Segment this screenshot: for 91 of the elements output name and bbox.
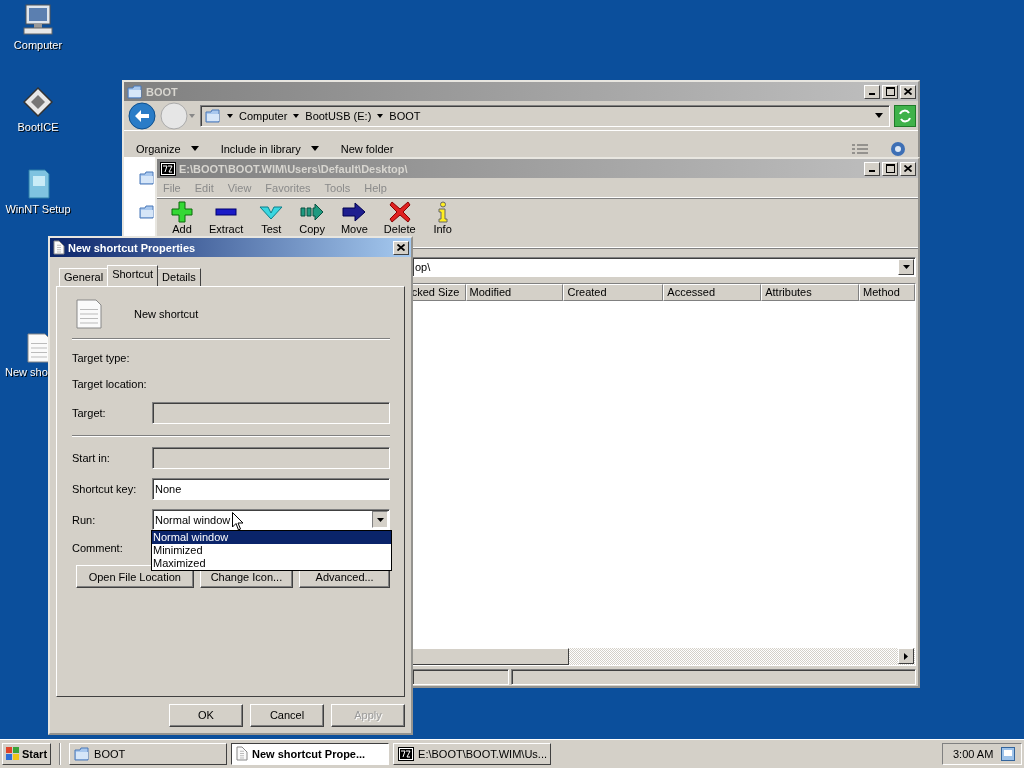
breadcrumb-item[interactable]: Computer: [239, 109, 288, 122]
close-icon: [904, 88, 912, 95]
dropdown-option[interactable]: Normal window: [152, 531, 391, 544]
folder-icon: [205, 108, 221, 123]
toolbar-button[interactable]: Test: [253, 201, 290, 235]
close-icon: [397, 244, 405, 251]
breadcrumb-item[interactable]: BOOT: [389, 109, 421, 122]
cross-icon: [388, 201, 411, 223]
arrow-icon: [300, 201, 325, 223]
flag-icon: [6, 747, 20, 760]
toolbar-button[interactable]: Delete: [377, 201, 422, 235]
toolbar-button[interactable]: Add: [165, 201, 199, 235]
archive-icon: [398, 746, 415, 761]
scrollbar-thumb[interactable]: [412, 648, 569, 665]
icon-label[interactable]: BootICE: [17, 121, 59, 133]
back-icon[interactable]: [128, 101, 156, 130]
field-label: Run:: [72, 513, 97, 526]
toolbar-button[interactable]: Include in library: [220, 142, 301, 155]
toolbar-button[interactable]: Extract: [203, 201, 250, 235]
close-button[interactable]: [900, 161, 916, 176]
dropdown-arrow-icon: [377, 113, 384, 118]
maximize-icon: [885, 164, 895, 173]
column-header[interactable]: Accessed: [663, 284, 762, 301]
refresh-icon[interactable]: [894, 104, 916, 127]
column-header[interactable]: Modified: [465, 284, 564, 301]
toolbar-button[interactable]: Copy: [293, 201, 331, 235]
minimize-button[interactable]: [864, 84, 880, 99]
field-label: Start in:: [72, 451, 111, 464]
dropdown-arrow-icon: [293, 113, 300, 118]
document-icon: [53, 240, 65, 255]
tab[interactable]: Shortcut: [107, 265, 159, 286]
start-button[interactable]: Start: [2, 742, 52, 765]
taskbar-button[interactable]: BOOT: [69, 742, 228, 765]
text-field[interactable]: None: [152, 477, 390, 500]
document-icon: [27, 333, 51, 363]
icon-label[interactable]: Computer: [13, 39, 63, 51]
field-label: Comment:: [72, 542, 124, 554]
folder-icon: [139, 171, 155, 185]
field-label: Target:: [72, 406, 107, 419]
computer-icon: [23, 4, 53, 36]
window-title: New shortcut Properties: [68, 241, 197, 254]
help-icon[interactable]: [890, 140, 906, 157]
field-label: Shortcut key:: [72, 482, 138, 495]
maximize-icon: [885, 87, 895, 96]
dropdown-button[interactable]: [372, 511, 388, 528]
column-header[interactable]: Created: [563, 284, 664, 301]
window-title: BOOT: [146, 85, 179, 98]
window-title: E:\BOOT\BOOT.WIM\Users\Default\Desktop\: [179, 162, 409, 175]
icon-label[interactable]: New sho: [5, 366, 48, 378]
folder-icon: [127, 84, 143, 99]
folder-icon: [139, 205, 155, 219]
taskbar-button[interactable]: E:\BOOT\BOOT.WIM\Us...: [393, 742, 552, 765]
document-icon: [76, 299, 102, 329]
tab[interactable]: Details: [157, 268, 201, 286]
folder-icon: [74, 746, 91, 761]
dropdown-arrow-icon[interactable]: [875, 113, 883, 118]
dropdown-arrow-icon: [190, 146, 199, 151]
shortcut-name: New shortcut: [134, 308, 199, 320]
dropdown[interactable]: Normal window: [152, 509, 390, 530]
dropdown-arrow-icon: [227, 113, 233, 118]
dropdown-arrow-icon: [376, 517, 384, 522]
minimize-button[interactable]: [864, 161, 880, 176]
dropdown-arrow-icon[interactable]: [902, 265, 910, 269]
archive-icon: [160, 161, 176, 176]
maximize-button[interactable]: [882, 161, 898, 176]
dropdown-option[interactable]: Minimized: [152, 544, 391, 557]
close-icon: [904, 165, 912, 172]
breadcrumb-item[interactable]: BootUSB (E:): [305, 109, 372, 122]
scroll-right-button[interactable]: [898, 648, 914, 664]
document-icon: [236, 746, 249, 761]
dialog-button[interactable]: Cancel: [250, 703, 324, 727]
taskbar-button[interactable]: New shortcut Prope...: [231, 742, 390, 765]
column-header[interactable]: Method: [859, 284, 915, 301]
toolbar-button[interactable]: Move: [334, 201, 374, 235]
maximize-button[interactable]: [882, 84, 898, 99]
path-field[interactable]: op\: [412, 257, 916, 277]
icon-label[interactable]: WinNT Setup: [5, 203, 71, 215]
field-label: Target type:: [72, 352, 131, 364]
field-label: Target location:: [72, 378, 148, 390]
tab[interactable]: General: [59, 268, 109, 286]
toolbar-button[interactable]: New folder: [340, 142, 394, 155]
arrow-icon: [342, 201, 367, 223]
dialog-button[interactable]: OK: [169, 703, 243, 727]
toolbar-button[interactable]: Info: [425, 201, 460, 235]
close-button[interactable]: [393, 240, 409, 255]
column-header[interactable]: Attributes: [761, 284, 860, 301]
plus-icon: [171, 201, 193, 223]
right-arrow-icon: [904, 652, 908, 660]
toolbar-button[interactable]: Organize: [136, 142, 181, 155]
dropdown-arrow-icon: [310, 146, 319, 151]
close-button[interactable]: [900, 84, 916, 99]
